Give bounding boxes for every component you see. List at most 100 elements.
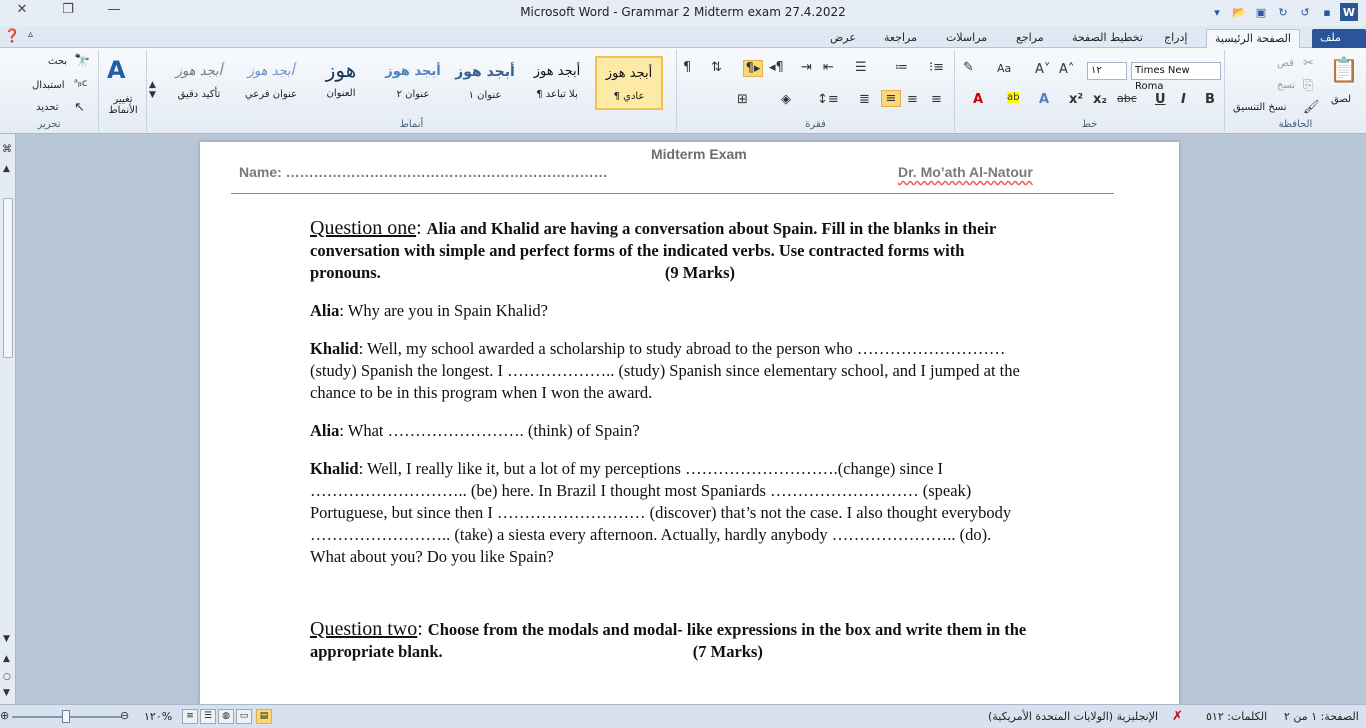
page-number[interactable]: الصفحة: ١ من ٢ (1284, 710, 1359, 723)
multilevel-list-icon[interactable]: ☰ (855, 60, 867, 75)
align-right-icon[interactable]: ≡ (931, 92, 942, 107)
help-icon[interactable]: ❓ (4, 29, 20, 44)
dialog-text: : Why are you in Spain Khalid? (339, 301, 548, 320)
document-body: Question one: Alia and Khalid are having… (310, 217, 1030, 679)
speaker: Khalid (310, 339, 359, 358)
decrease-indent-icon[interactable]: ⇤ (823, 60, 834, 75)
paste-icon[interactable]: 📋 (1329, 56, 1359, 84)
tab-mailings[interactable]: مراسلات (938, 29, 995, 48)
align-left-icon[interactable]: ≡ (881, 90, 901, 107)
web-layout-icon[interactable]: ◍ (218, 709, 234, 724)
copy-button[interactable]: نسخ (1277, 80, 1295, 91)
save-icon[interactable]: ▪ (1318, 3, 1336, 21)
question-two-marks: (7 Marks) (692, 642, 763, 661)
select-browse-icon[interactable]: ○ (3, 672, 11, 682)
tab-file[interactable]: ملف (1312, 29, 1366, 48)
clipboard-group: قص ✂ نسخ ⎘ نسخ التنسيق 🖌 📋 لصق الحافظة (1224, 50, 1366, 132)
style-subtitle[interactable]: أبجد هوز عنوان فرعي (237, 56, 305, 110)
change-styles-icon[interactable]: A (107, 56, 126, 84)
bold-icon[interactable]: B (1205, 92, 1215, 107)
change-styles-button[interactable]: تغيير الأنماط (105, 94, 141, 116)
superscript-icon[interactable]: x² (1069, 92, 1083, 107)
tab-page-layout[interactable]: تخطيط الصفحة (1064, 29, 1151, 48)
font-color-icon[interactable]: A (973, 92, 983, 107)
zoom-slider-handle[interactable] (62, 710, 70, 723)
next-page-icon[interactable]: ▼ (3, 688, 10, 698)
numbering-icon[interactable]: ≔ (895, 60, 908, 75)
scroll-up-icon[interactable]: ▲ (3, 164, 10, 174)
question-one-marks: (9 Marks) (664, 263, 736, 282)
underline-icon[interactable]: U (1155, 92, 1166, 107)
full-screen-reading-icon[interactable]: ▭ (236, 709, 252, 724)
find-button[interactable]: بحث (48, 56, 67, 67)
scroll-down-icon[interactable]: ▼ (3, 634, 10, 644)
text-effects-icon[interactable]: A (1039, 92, 1049, 107)
header-doctor: Dr. Mo’ath Al-Natour (898, 164, 1033, 180)
tab-view[interactable]: عرض (822, 29, 864, 48)
style-heading-2[interactable]: أبجد هوز عنوان ٢ (379, 56, 447, 110)
print-layout-icon[interactable]: ▤ (256, 709, 272, 724)
borders-icon[interactable]: ⊞ (737, 92, 748, 107)
scroll-thumb[interactable] (3, 198, 13, 358)
shrink-font-icon[interactable]: A˅ (1035, 62, 1050, 77)
center-icon[interactable]: ≡ (907, 92, 918, 107)
style-title[interactable]: هوز العنوان (307, 56, 375, 110)
minimize-ribbon-icon[interactable]: ▵ (28, 29, 33, 40)
subscript-icon[interactable]: x₂ (1093, 92, 1107, 107)
draft-view-icon[interactable]: ≡ (182, 709, 198, 724)
outline-view-icon[interactable]: ☰ (200, 709, 216, 724)
font-name-field[interactable]: Times New Roma (1131, 62, 1221, 92)
speaker: Alia (310, 421, 340, 440)
customize-qat-icon[interactable]: ▾ (1208, 3, 1226, 21)
font-size-field[interactable]: ١٢ (1087, 62, 1127, 80)
undo-icon[interactable]: ↺ (1296, 3, 1314, 21)
select-button[interactable]: تحديد (36, 102, 59, 113)
tab-home[interactable]: الصفحة الرئيسية (1206, 29, 1300, 48)
ltr-icon[interactable]: ¶▸ (743, 60, 763, 77)
language-status[interactable]: الإنجليزية (الولايات المتحدة الأمريكية) (988, 710, 1158, 723)
dialog-text: : What ……………………. (think) of Spain? (339, 421, 640, 440)
justify-icon[interactable]: ≣ (859, 92, 870, 107)
tab-insert[interactable]: إدراج (1156, 29, 1195, 48)
styles-scroll-icon[interactable]: ▲ ▼ (149, 80, 156, 100)
show-marks-icon[interactable]: ¶ (683, 60, 691, 75)
rtl-icon[interactable]: ◂¶ (769, 60, 784, 75)
sort-icon[interactable]: ⇅ (711, 60, 722, 75)
zoom-out-icon[interactable]: ⊖ (120, 709, 129, 722)
tab-references[interactable]: مراجع (1008, 29, 1052, 48)
replace-button[interactable]: استبدال (32, 80, 65, 91)
word-count[interactable]: الكلمات: ٥١٢ (1206, 710, 1267, 723)
style-no-spacing[interactable]: أبجد هوز ¶ بلا تباعد (523, 56, 591, 110)
strikethrough-icon[interactable]: abc (1117, 92, 1137, 105)
clear-formatting-icon[interactable]: ✎ (963, 60, 974, 75)
change-case-icon[interactable]: Aa (997, 62, 1011, 75)
redo-icon[interactable]: ↻ (1274, 3, 1292, 21)
title-bar: ✕ ❐ — Microsoft Word - Grammar 2 Midterm… (0, 0, 1366, 26)
increase-indent-icon[interactable]: ⇥ (801, 60, 812, 75)
zoom-level[interactable]: ١٢٠% (144, 710, 172, 723)
zoom-in-icon[interactable]: ⊕ (0, 709, 9, 722)
paste-button[interactable]: لصق (1331, 94, 1351, 105)
tab-review[interactable]: مراجعة (876, 29, 925, 48)
vertical-scrollbar[interactable]: ⌘ ▲ ▼ ▲ ○ ▼ (0, 134, 16, 704)
ruler-toggle-icon[interactable]: ⌘ (2, 144, 12, 155)
bullets-icon[interactable]: ⁝≡ (929, 60, 944, 75)
proofing-icon[interactable]: ✗ (1172, 709, 1183, 724)
italic-icon[interactable]: I (1181, 92, 1186, 107)
prev-page-icon[interactable]: ▲ (3, 654, 10, 664)
editing-group-label: تحرير (37, 119, 61, 130)
style-heading-1[interactable]: أبجد هوز عنوان ١ (451, 56, 519, 110)
grow-font-icon[interactable]: A˄ (1059, 62, 1074, 77)
line-spacing-icon[interactable]: ↕≡ (817, 92, 839, 107)
cut-button[interactable]: قص (1277, 58, 1294, 69)
style-intense-emphasis[interactable]: أبجد هوز تأكيد دقيق (165, 56, 233, 110)
print-preview-icon[interactable]: ▣ (1252, 3, 1270, 21)
style-normal[interactable]: أبجد هوز ¶ عادي (595, 56, 663, 110)
dialog-line: Alia: What ……………………. (think) of Spain? (310, 420, 1030, 442)
format-painter-button[interactable]: نسخ التنسيق (1233, 102, 1286, 113)
highlight-icon[interactable]: ab (1007, 92, 1020, 103)
open-icon[interactable]: 📂 (1230, 3, 1248, 21)
speaker: Khalid (310, 459, 359, 478)
shading-icon[interactable]: ◈ (781, 92, 791, 107)
document-page[interactable]: Midterm Exam Name: ………………………………………………………… (200, 142, 1179, 704)
